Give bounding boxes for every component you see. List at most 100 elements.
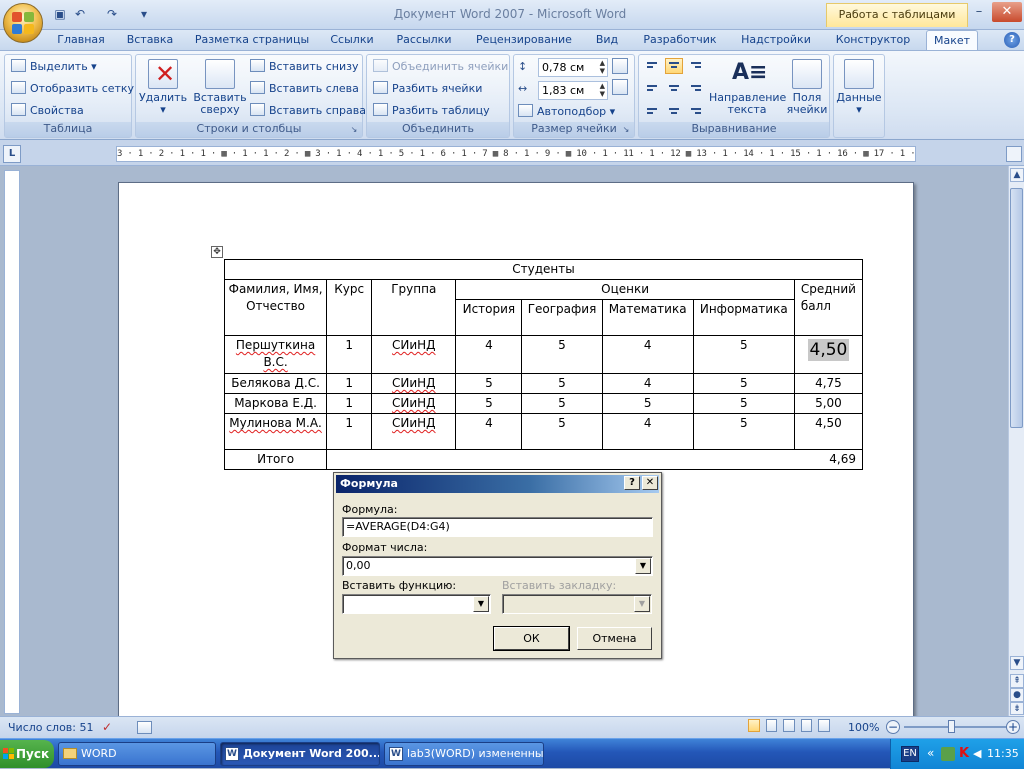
volume-icon[interactable]: ◀ [973,747,985,761]
insert-above-button[interactable]: Вставить сверху [192,59,248,116]
row-height-input[interactable]: 0,78 см ▲ ▼ [538,58,608,77]
align-bottom-center-icon[interactable] [665,100,683,116]
print-layout-icon[interactable] [748,719,760,732]
dialog-close-button[interactable]: ✕ [642,476,658,490]
align-bottom-right-icon[interactable] [687,100,705,116]
language-indicator[interactable]: EN [901,746,919,762]
redo-icon[interactable]: ↷ [104,6,120,22]
cell-average[interactable]: 4,75 [793,373,864,394]
zoom-slider-thumb[interactable] [948,720,955,733]
cell-average-selected[interactable]: 4,50 [793,335,864,374]
cell-grade[interactable]: 5 [521,413,603,450]
start-button[interactable]: Пуск [0,740,54,768]
tab-mailings[interactable]: Рассылки [392,30,456,50]
close-button[interactable]: ✕ [992,2,1022,22]
delete-button[interactable]: ✕ Удалить ▾ [138,59,188,116]
cell-course[interactable]: 1 [326,335,373,374]
header-course[interactable]: Курс [326,279,373,336]
header-grades[interactable]: Оценки [455,279,795,300]
column-width-input[interactable]: 1,83 см ▲ ▼ [538,81,608,100]
tab-insert[interactable]: Вставка [120,30,180,50]
cell-average[interactable]: 5,00 [793,393,864,414]
cell-grade[interactable]: 5 [692,373,795,394]
cell-course[interactable]: 1 [326,413,373,450]
align-center-icon[interactable] [665,79,683,95]
tab-page-layout[interactable]: Разметка страницы [192,30,312,50]
autofit-button[interactable]: Автоподбор ▾ [518,103,615,121]
cell-name[interactable]: Маркова Е.Д. [223,393,328,414]
insert-bookmark-combo[interactable]: ▼ [502,594,652,614]
table-move-handle-icon[interactable]: ✥ [211,246,223,258]
next-page-icon[interactable]: ⇟ [1010,702,1024,715]
dialog-title[interactable]: Формула [336,475,659,493]
total-value[interactable]: 4,69 [326,449,863,470]
header-subject[interactable]: История [455,299,523,336]
cell-grade[interactable]: 5 [521,373,603,394]
cell-name[interactable]: Першуткина В.С. [223,335,328,374]
properties-button[interactable]: Свойства [11,102,84,120]
browse-object-icon[interactable]: ● [1010,688,1024,702]
cell-grade[interactable]: 4 [455,413,523,450]
cell-grade[interactable]: 5 [692,393,795,414]
tab-design[interactable]: Конструктор [830,30,916,50]
align-top-right-icon[interactable] [687,58,705,74]
spin-arrows-icon[interactable]: ▲ ▼ [600,82,605,98]
insert-right-button[interactable]: Вставить справа [250,102,366,120]
chevron-down-icon[interactable]: ▼ [473,596,489,612]
merge-cells-button[interactable]: Объединить ячейки [373,58,508,76]
cell-name[interactable]: Белякова Д.С. [223,373,328,394]
cell-grade[interactable]: 5 [455,373,523,394]
tab-review[interactable]: Рецензирование [470,30,578,50]
taskbar-item-word-document[interactable]: W Документ Word 200... [220,742,380,766]
dialog-help-button[interactable]: ? [624,476,640,490]
cell-average[interactable]: 4,50 [793,413,864,450]
spelling-check-icon[interactable]: ✓ [102,720,118,734]
dialog-launcher-icon[interactable]: ↘ [621,125,631,135]
cell-course[interactable]: 1 [326,373,373,394]
tab-references[interactable]: Ссылки [326,30,378,50]
select-button[interactable]: Выделить ▾ [11,58,97,76]
scroll-up-icon[interactable]: ▲ [1010,168,1024,182]
cell-group[interactable]: СИиНД [371,413,457,450]
outline-view-icon[interactable] [800,719,813,732]
tab-addins[interactable]: Надстройки [736,30,816,50]
word-count[interactable]: Число слов: 51 [8,721,94,734]
cell-grade[interactable]: 5 [521,335,603,374]
draft-view-icon[interactable] [818,719,830,732]
cell-name[interactable]: Мулинова М.А. [223,413,328,450]
taskbar-item-lab3[interactable]: W lab3(WORD) измененны... [384,742,544,766]
cell-group[interactable]: СИиНД [371,373,457,394]
clock[interactable]: 11:35 [987,747,1019,760]
chevron-down-icon[interactable]: ▼ [634,596,650,612]
split-table-button[interactable]: Разбить таблицу [373,102,490,120]
insert-below-button[interactable]: Вставить снизу [250,58,359,76]
cell-margins-button[interactable]: Поля ячейки [785,59,829,116]
scroll-thumb[interactable] [1010,188,1023,428]
cancel-button[interactable]: Отмена [577,627,652,650]
taskbar-item-word-folder[interactable]: WORD [58,742,216,766]
header-subject[interactable]: География [521,299,603,336]
cell-grade[interactable]: 5 [601,393,694,414]
antivirus-icon[interactable]: K [959,746,969,761]
web-layout-icon[interactable] [783,719,795,732]
align-center-left-icon[interactable] [643,79,661,95]
align-top-center-icon[interactable] [665,58,683,74]
tray-expand-icon[interactable]: « [927,746,934,760]
tab-stop-selector[interactable]: L [3,145,21,163]
office-button[interactable] [3,3,43,43]
align-bottom-left-icon[interactable] [643,100,661,116]
split-cells-button[interactable]: Разбить ячейки [373,80,482,98]
data-button[interactable]: Данные ▾ [836,59,882,116]
zoom-out-icon[interactable]: − [886,720,900,734]
cell-grade[interactable]: 4 [455,335,523,374]
tab-view[interactable]: Вид [590,30,624,50]
vertical-scrollbar[interactable]: ▲ ▼ ⇞ ● ⇟ [1008,166,1024,716]
dialog-launcher-icon[interactable]: ↘ [349,125,359,135]
save-icon[interactable]: ▣ [52,6,68,22]
align-center-right-icon[interactable] [687,79,705,95]
cell-grade[interactable]: 4 [601,413,694,450]
cell-grade[interactable]: 4 [601,373,694,394]
help-icon[interactable]: ? [1004,32,1020,48]
header-name[interactable]: Фамилия, Имя, Отчество [223,279,328,336]
previous-page-icon[interactable]: ⇞ [1010,674,1024,688]
